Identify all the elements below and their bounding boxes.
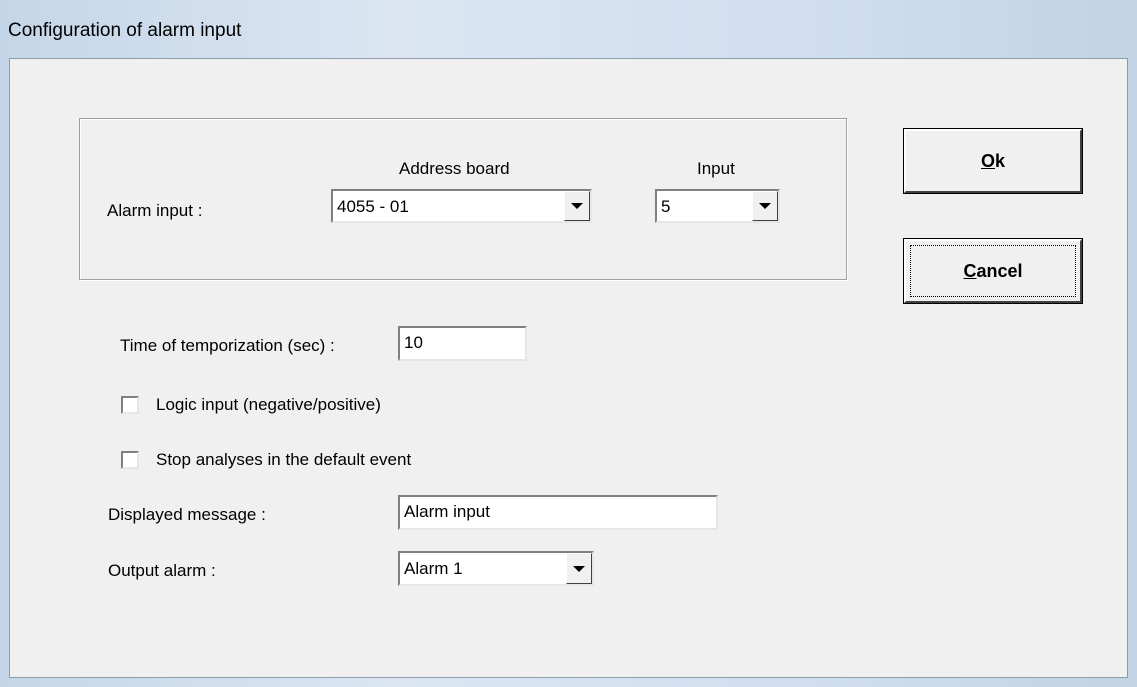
output-alarm-label: Output alarm : (108, 561, 216, 580)
output-alarm-value: Alarm 1 (404, 559, 463, 578)
stop-analyses-label[interactable]: Stop analyses in the default event (156, 450, 411, 470)
logic-input-checkbox[interactable] (121, 396, 139, 414)
displayed-message-input[interactable]: Alarm input (398, 495, 718, 530)
output-alarm-combobox[interactable]: Alarm 1 (398, 551, 594, 586)
temporization-label: Time of temporization (sec) : (120, 336, 335, 355)
alarm-input-label: Alarm input : (107, 201, 203, 220)
input-dropdown-button[interactable] (752, 191, 778, 221)
address-board-combobox[interactable]: 4055 - 01 (331, 189, 592, 223)
displayed-message-label: Displayed message : (108, 505, 266, 524)
dialog-client-area: Address board Input Alarm input : 4055 -… (9, 58, 1128, 678)
ok-mnemonic: O (980, 150, 995, 171)
title-bar[interactable]: Configuration of alarm input (0, 0, 1137, 58)
dialog-window: Configuration of alarm input Address boa… (0, 0, 1137, 687)
focus-rectangle (910, 245, 1076, 297)
logic-input-label[interactable]: Logic input (negative/positive) (156, 395, 381, 415)
address-board-header: Address board (399, 159, 510, 178)
chevron-down-icon (571, 203, 583, 209)
temporization-value: 10 (404, 333, 423, 352)
alarm-input-group: Address board Input Alarm input : 4055 -… (79, 118, 847, 280)
output-alarm-dropdown-button[interactable] (566, 553, 592, 584)
window-title: Configuration of alarm input (8, 20, 242, 41)
chevron-down-icon (759, 203, 771, 209)
cancel-button[interactable]: Cancel (903, 238, 1083, 304)
temporization-input[interactable]: 10 (398, 326, 527, 361)
address-board-value: 4055 - 01 (337, 197, 409, 216)
displayed-message-value: Alarm input (404, 502, 490, 521)
stop-analyses-checkbox[interactable] (121, 451, 139, 469)
input-value: 5 (661, 197, 671, 216)
input-header: Input (697, 159, 735, 178)
address-board-dropdown-button[interactable] (564, 191, 590, 221)
ok-label: k (995, 150, 1006, 171)
chevron-down-icon (573, 565, 585, 572)
ok-button[interactable]: Ok (903, 128, 1083, 194)
input-combobox[interactable]: 5 (655, 189, 780, 223)
